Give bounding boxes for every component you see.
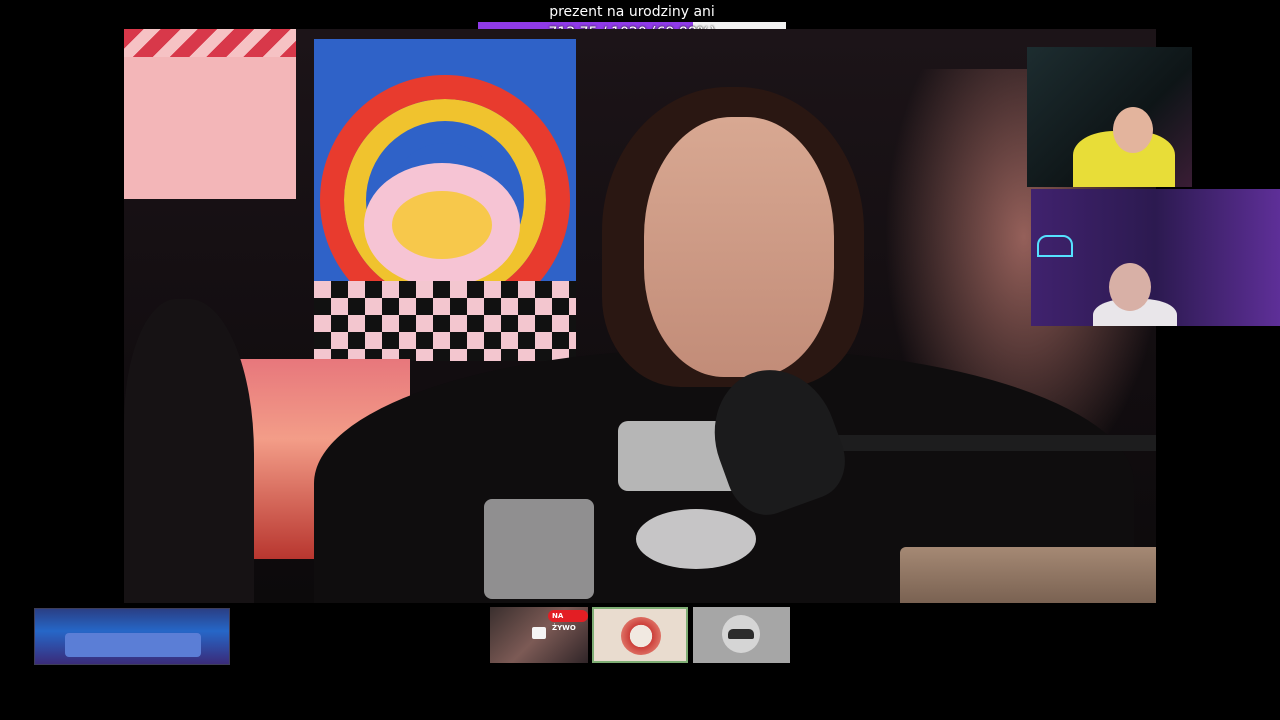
flower-painting bbox=[314, 39, 576, 361]
main-camera-feed bbox=[124, 29, 1156, 603]
shirt-print-nyc bbox=[484, 499, 594, 599]
clapperboard-prop bbox=[124, 29, 296, 199]
live-stream-thumbnail bbox=[532, 627, 546, 639]
mic-arm bbox=[814, 435, 1156, 451]
media-strip-item-3[interactable] bbox=[693, 607, 790, 663]
guest-shoulder bbox=[124, 299, 254, 603]
goal-title: prezent na urodziny ani bbox=[549, 4, 715, 20]
webcam-feed-1 bbox=[1027, 47, 1192, 187]
webcam-feed-2 bbox=[1031, 189, 1280, 326]
avatar-thumbnail bbox=[621, 617, 661, 655]
media-strip-item-2[interactable] bbox=[592, 607, 688, 663]
laptop bbox=[900, 547, 1156, 603]
stream-overlay: prezent na urodziny ani 712.75 / 1020 (6… bbox=[0, 0, 1280, 720]
car-avatar-thumbnail bbox=[722, 615, 760, 653]
live-badge: NA ŻYWO bbox=[548, 610, 588, 632]
channel-thumbnail[interactable] bbox=[34, 608, 230, 665]
media-strip-item-live[interactable]: NA ŻYWO bbox=[490, 607, 588, 663]
host-face bbox=[644, 117, 834, 377]
shirt-print-face bbox=[636, 509, 756, 569]
